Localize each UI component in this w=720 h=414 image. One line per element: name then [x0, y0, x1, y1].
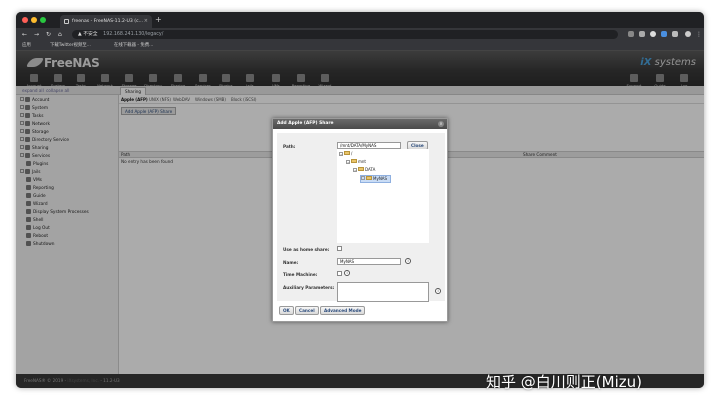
tree-expand-icon[interactable]: −: [346, 160, 350, 164]
bookmark-downloader[interactable]: 在线下载器 - 免费...: [114, 41, 153, 51]
tree-expand-icon[interactable]: [361, 176, 365, 180]
aux-params-textarea[interactable]: [337, 282, 429, 302]
address-bar[interactable]: ▲ 不安全 192.168.241.130/legacy/: [72, 30, 618, 39]
zhihu-watermark: 知乎 @白川则正(Mizu): [486, 373, 642, 391]
new-tab-icon[interactable]: +: [155, 15, 162, 25]
favicon-icon: [64, 19, 69, 24]
home-share-label: Use as home share:: [283, 247, 330, 252]
menu-dots-icon[interactable]: ⋮: [696, 29, 702, 40]
path-browser-tree: − / − mnt − DATA MyNAS: [337, 149, 429, 243]
folder-icon: [366, 176, 372, 180]
folder-icon: [358, 167, 364, 171]
tree-node-label: DATA: [365, 167, 376, 172]
time-machine-checkbox[interactable]: [337, 271, 342, 276]
tree-node-mynas[interactable]: MyNAS: [360, 175, 392, 183]
reload-icon[interactable]: ↻: [46, 29, 51, 40]
back-icon[interactable]: ←: [22, 29, 27, 40]
bookmark-apps[interactable]: 应用: [22, 41, 31, 51]
tree-node-label: MyNAS: [373, 176, 388, 181]
dialog-close-icon[interactable]: ×: [438, 121, 444, 127]
bookmark-star-icon[interactable]: [639, 31, 645, 37]
bookmark-twitter-video[interactable]: 下载Twitter视频至...: [50, 41, 91, 51]
browser-tab[interactable]: freenas - FreeNAS-11.2-U3 (c... ×: [60, 15, 152, 28]
bookmarks-bar: 应用 下载Twitter视频至... 在线下载器 - 免费...: [16, 41, 704, 51]
dialog-body: Path: /mnt/DATA/MyNAS Close − / − mnt − DATA M…: [277, 133, 445, 302]
cancel-button[interactable]: Cancel: [295, 306, 319, 315]
name-input[interactable]: MyNAS: [337, 258, 401, 265]
ok-button[interactable]: OK: [279, 306, 294, 315]
tree-expand-icon[interactable]: −: [339, 152, 343, 156]
profile-avatar-icon[interactable]: [685, 31, 691, 37]
browser-titlebar: freenas - FreeNAS-11.2-U3 (c... × +: [16, 12, 704, 28]
add-afp-share-dialog: Add Apple (AFP) Share × Path: /mnt/DATA/…: [272, 118, 448, 322]
time-machine-label: Time Machine:: [283, 272, 318, 277]
tree-node-root[interactable]: − /: [339, 151, 352, 157]
minimize-window-icon[interactable]: [31, 17, 37, 23]
close-window-icon[interactable]: [22, 17, 28, 23]
time-machine-help-icon[interactable]: i: [344, 270, 350, 276]
tree-node-label: /: [351, 151, 353, 156]
folder-icon: [344, 151, 350, 155]
home-icon[interactable]: ⌂: [58, 29, 62, 40]
forward-icon[interactable]: →: [34, 29, 39, 40]
advanced-mode-button[interactable]: Advanced Mode: [320, 306, 366, 315]
translate-icon[interactable]: [628, 31, 634, 37]
extension-icon[interactable]: [650, 31, 656, 37]
folder-icon: [351, 159, 357, 163]
name-label: Name:: [283, 260, 299, 265]
home-share-checkbox[interactable]: [337, 246, 342, 251]
address-row: ← → ↻ ⌂ ▲ 不安全 192.168.241.130/legacy/ ⋮: [16, 28, 704, 41]
insecure-warning: ▲ 不安全: [78, 32, 98, 37]
extension-icon[interactable]: [661, 31, 667, 37]
close-tab-icon[interactable]: ×: [144, 15, 148, 28]
dialog-title: Add Apple (AFP) Share ×: [273, 119, 447, 129]
tree-node-data[interactable]: − DATA: [353, 167, 375, 173]
tab-title: freenas - FreeNAS-11.2-U3 (c...: [72, 19, 143, 24]
path-input[interactable]: /mnt/DATA/MyNAS: [337, 142, 401, 149]
extension-icon[interactable]: [672, 31, 678, 37]
path-label: Path:: [283, 144, 296, 149]
browser-window: freenas - FreeNAS-11.2-U3 (c... × + ← → …: [16, 12, 704, 388]
url-text: 192.168.241.130/legacy/: [103, 32, 164, 37]
tree-expand-icon[interactable]: −: [353, 168, 357, 172]
maximize-window-icon[interactable]: [40, 17, 46, 23]
aux-params-label: Auxiliary Parameters:: [283, 285, 335, 290]
tree-node-mnt[interactable]: − mnt: [346, 159, 366, 165]
tree-node-label: mnt: [358, 159, 366, 164]
name-help-icon[interactable]: i: [405, 258, 411, 264]
aux-params-help-icon[interactable]: i: [435, 288, 441, 294]
